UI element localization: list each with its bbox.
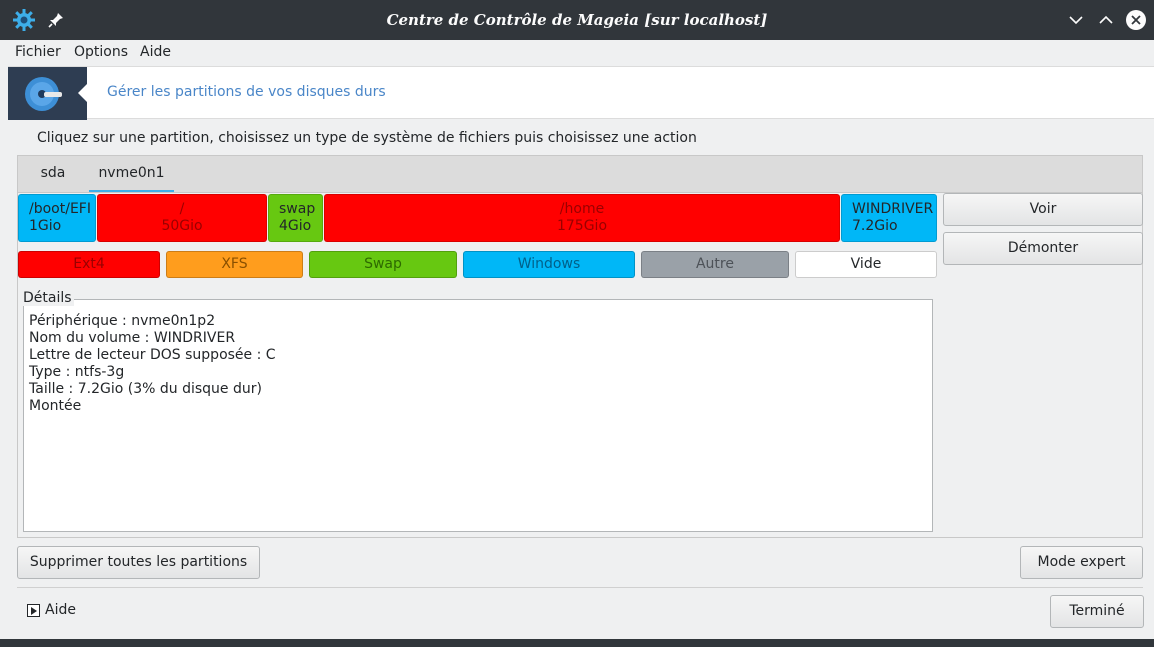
- partition-label: swap: [279, 201, 316, 217]
- banner: Gérer les partitions de vos disques durs: [8, 66, 1154, 120]
- banner-notch: [78, 84, 87, 102]
- separator: [17, 587, 1143, 588]
- partition-windriver[interactable]: WINDRIVER 7.2Gio: [841, 194, 937, 242]
- details-line: Montée: [29, 398, 82, 414]
- demonter-button[interactable]: Démonter: [943, 232, 1143, 265]
- details-line: Nom du volume : WINDRIVER: [29, 330, 236, 346]
- expert-mode-button[interactable]: Mode expert: [1020, 546, 1143, 579]
- details-label: Détails: [23, 290, 74, 306]
- partition-size: 7.2Gio: [852, 218, 898, 234]
- app-window: Centre de Contrôle de Mageia [sur localh…: [0, 0, 1154, 647]
- done-button[interactable]: Terminé: [1050, 595, 1144, 628]
- disk-tabs: sda nvme0n1: [17, 155, 1143, 193]
- window-title: Centre de Contrôle de Mageia [sur localh…: [386, 11, 768, 29]
- partition-label: /home: [559, 201, 605, 217]
- details-line: Type : ntfs-3g: [29, 364, 125, 380]
- partition-boot-efi[interactable]: /boot/EFI 1Gio: [18, 194, 96, 242]
- instruction-text: Cliquez sur une partition, choisissez un…: [37, 130, 697, 146]
- tab-nvme0n1[interactable]: nvme0n1: [89, 156, 174, 193]
- menu-fichier[interactable]: Fichier: [15, 44, 61, 60]
- minimize-icon[interactable]: [1065, 9, 1087, 31]
- voir-button[interactable]: Voir: [943, 193, 1143, 226]
- fs-windows-button[interactable]: Windows: [463, 251, 635, 278]
- partition-size: 50Gio: [161, 218, 203, 234]
- partition-size: 175Gio: [556, 218, 608, 234]
- fs-ext4-button[interactable]: Ext4: [18, 251, 160, 278]
- maximize-icon[interactable]: [1095, 9, 1117, 31]
- fs-swap-button[interactable]: Swap: [309, 251, 457, 278]
- details-line: Lettre de lecteur DOS supposée : C: [29, 347, 276, 363]
- fs-xfs-button[interactable]: XFS: [166, 251, 303, 278]
- title-bar[interactable]: Centre de Contrôle de Mageia [sur localh…: [0, 0, 1154, 40]
- expand-arrow-icon[interactable]: [27, 604, 40, 617]
- delete-all-partitions-button[interactable]: Supprimer toutes les partitions: [17, 546, 260, 579]
- menu-options[interactable]: Options: [74, 44, 128, 60]
- details-line: Périphérique : nvme0n1p2: [29, 313, 216, 329]
- partition-swap[interactable]: swap 4Gio: [268, 194, 323, 242]
- partition-label: /: [179, 201, 185, 217]
- banner-title: Gérer les partitions de vos disques durs: [107, 84, 386, 100]
- partition-size: 4Gio: [279, 218, 312, 234]
- partition-label: /boot/EFI: [29, 201, 91, 217]
- menu-aide[interactable]: Aide: [140, 44, 171, 60]
- partition-label: WINDRIVER: [852, 201, 934, 217]
- close-icon[interactable]: [1125, 9, 1147, 31]
- tab-sda[interactable]: sda: [30, 156, 76, 192]
- menu-bar: Fichier Options Aide: [0, 40, 1154, 64]
- details-line: Taille : 7.2Gio (3% du disque dur): [29, 381, 262, 397]
- partition-root[interactable]: / 50Gio: [97, 194, 267, 242]
- help-label[interactable]: Aide: [45, 602, 76, 618]
- window-bottom-border: [0, 639, 1154, 647]
- harddisk-icon: [25, 77, 62, 111]
- details-box: Périphérique : nvme0n1p2 Nom du volume :…: [23, 299, 933, 532]
- partition-size: 1Gio: [29, 218, 62, 234]
- partition-home[interactable]: /home 175Gio: [324, 194, 840, 242]
- banner-icon-box: [8, 67, 87, 120]
- fs-autre-button[interactable]: Autre: [641, 251, 789, 278]
- fs-vide-button[interactable]: Vide: [795, 251, 937, 278]
